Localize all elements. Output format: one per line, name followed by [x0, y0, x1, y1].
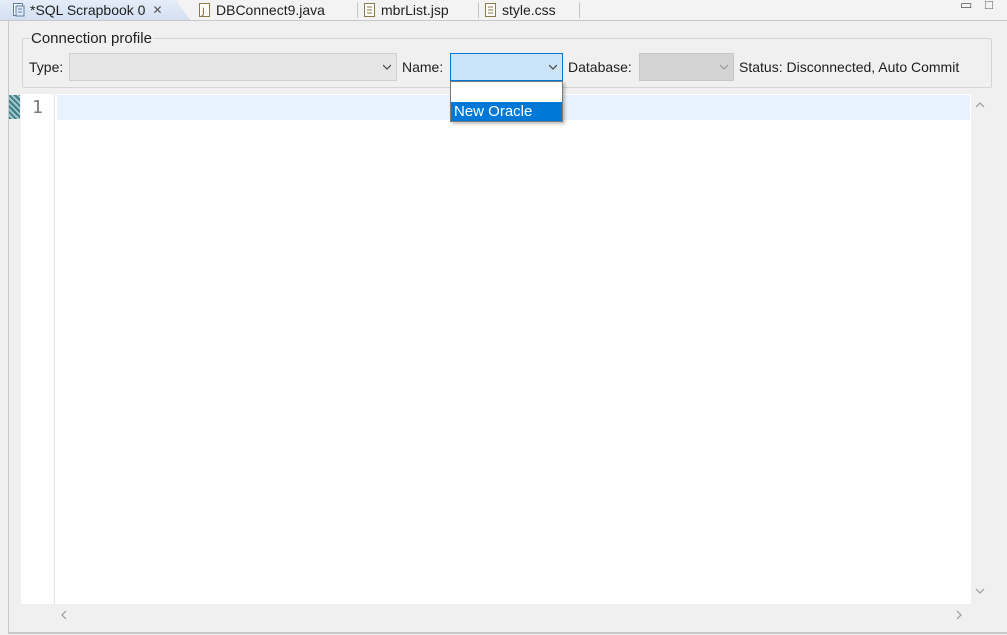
minimize-icon[interactable]: ▭: [960, 0, 972, 13]
vertical-scrollbar[interactable]: [971, 94, 990, 604]
svg-text:J: J: [201, 7, 205, 17]
scroll-left-icon[interactable]: [59, 610, 69, 620]
dropdown-option-new-oracle[interactable]: New Oracle: [451, 102, 562, 121]
tab-label: mbrList.jsp: [381, 2, 449, 18]
connection-status: Status: Disconnected, Auto Commit: [739, 59, 960, 75]
maximize-icon[interactable]: □: [985, 0, 993, 12]
editor-tab-bar: *SQL Scrapbook 0 ✕ J DBConnect9.java mbr…: [0, 0, 1007, 21]
sql-editor[interactable]: [21, 94, 971, 604]
type-label: Type:: [29, 59, 64, 75]
tab-label: DBConnect9.java: [216, 2, 325, 18]
sql-scrapbook-icon: [13, 3, 25, 17]
line-number: 1: [32, 97, 43, 118]
line-number-gutter: [21, 94, 55, 604]
tab-mbrlist-jsp[interactable]: mbrList.jsp: [364, 0, 449, 20]
tab-label: *SQL Scrapbook 0: [30, 2, 146, 18]
type-combo[interactable]: [69, 53, 397, 81]
name-dropdown-list: New Oracle: [450, 81, 563, 122]
editor-bottom-border: [8, 632, 1007, 634]
tab-dbconnect9-java[interactable]: J DBConnect9.java: [199, 0, 325, 20]
jsp-file-icon: [364, 3, 375, 17]
css-file-icon: [485, 3, 496, 17]
close-icon[interactable]: ✕: [152, 3, 162, 17]
java-file-icon: J: [199, 3, 210, 17]
tab-sql-scrapbook[interactable]: *SQL Scrapbook 0 ✕: [0, 0, 190, 20]
scroll-up-icon[interactable]: [975, 100, 985, 110]
chevron-down-icon: [383, 64, 391, 70]
database-combo[interactable]: [639, 53, 734, 81]
tab-separator: [579, 2, 580, 18]
tab-style-css[interactable]: style.css: [485, 0, 556, 20]
database-label: Database:: [568, 59, 632, 75]
chevron-down-icon: [720, 64, 728, 70]
name-combo[interactable]: [450, 53, 563, 81]
connection-profile-title: Connection profile: [30, 30, 153, 47]
horizontal-scrollbar[interactable]: [54, 604, 971, 626]
change-ruler-marker: [9, 95, 20, 119]
tab-separator: [478, 2, 479, 18]
tab-label: style.css: [502, 2, 556, 18]
scroll-right-icon[interactable]: [954, 610, 964, 620]
tab-separator: [357, 2, 358, 18]
chevron-down-icon: [549, 64, 557, 70]
scroll-down-icon[interactable]: [975, 586, 985, 596]
name-label: Name:: [402, 59, 444, 75]
dropdown-option-empty[interactable]: [451, 82, 562, 102]
